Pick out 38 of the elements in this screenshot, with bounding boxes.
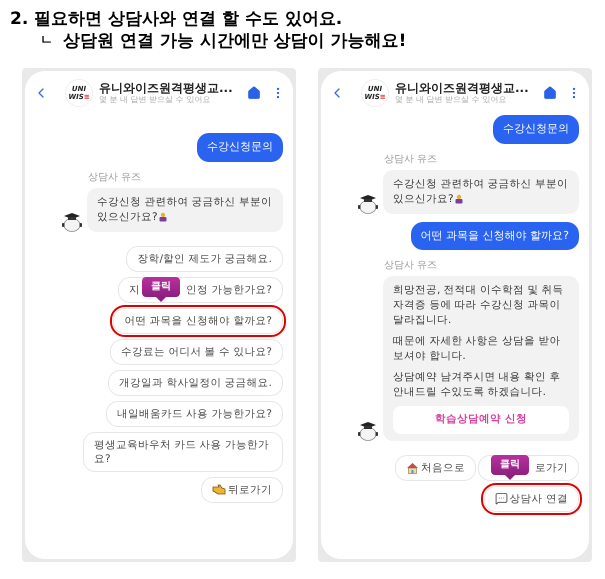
user-message: 어떤 과목을 신청해야 할까요? bbox=[410, 222, 579, 250]
sender-name: 상담사 유즈 bbox=[384, 259, 438, 273]
chat-title: 유니와이즈원격평생교... bbox=[99, 81, 234, 95]
quick-reply-chip[interactable]: 클릭 로가기 bbox=[478, 454, 579, 481]
home-icon[interactable] bbox=[247, 86, 261, 100]
message-text: 수강신청 관련하여 궁금하신 부분이 있으신가요? bbox=[393, 176, 569, 206]
message-text: 상담예약 남겨주시면 내용 확인 후 안내드릴 수있도록 하겠습니다. bbox=[393, 370, 562, 400]
quick-reply-chip[interactable]: 내일배움카드 사용 가능한가요? bbox=[106, 400, 283, 426]
message-text: 때문에 자세한 사항은 상담을 받아보셔야 합니다. bbox=[393, 334, 562, 364]
tooltip-pointer-icon bbox=[156, 296, 166, 302]
quick-reply-chip[interactable]: 수강료는 어디서 볼 수 있나요? bbox=[110, 338, 283, 364]
message-text: 희망전공, 전적대 이수학점 및 취득 자격증 등에 따라 수강신청 과목이 달라집니다. bbox=[393, 283, 565, 328]
chat-subtitle: 몇 분 내 답변 받으실 수 있어요 bbox=[99, 95, 212, 105]
sub-bullet: ㄴ bbox=[40, 32, 53, 50]
quick-reply-chip[interactable]: 개강일과 학사일정이 궁금해요. bbox=[108, 370, 283, 396]
chat-title: 유니와이즈원격평생교... bbox=[395, 81, 530, 95]
pointing-hand-icon bbox=[212, 484, 226, 495]
click-tooltip: 클릭 bbox=[491, 454, 529, 480]
user-message: 수강신청문의 bbox=[197, 133, 283, 162]
user-message: 수강신청문의 bbox=[493, 115, 579, 144]
quick-reply-chip[interactable]: 장학/할인 제도가 궁금해요. bbox=[126, 246, 283, 272]
chat-bubble-icon bbox=[494, 492, 508, 506]
quick-reply-chip[interactable]: 지 클릭 인정 가능한가요? bbox=[118, 276, 283, 302]
tooltip-pointer-icon bbox=[505, 474, 515, 480]
reservation-button[interactable]: 학습상담예약 신청 bbox=[393, 406, 569, 434]
chat-subtitle: 몇 분 내 답변 받으실 수 있어요 bbox=[395, 95, 508, 105]
quick-reply-chip[interactable]: 뒤로가기 bbox=[201, 476, 283, 502]
home-icon[interactable] bbox=[543, 86, 557, 100]
sender-name: 상담사 유즈 bbox=[88, 170, 142, 184]
message-text: 수강신청 관련하여 궁금하신 부분이 있으신가요? bbox=[97, 194, 273, 224]
heading: 2. 필요하면 상담사와 연결 할 수도 있어요. bbox=[10, 8, 344, 30]
click-tooltip: 클릭 bbox=[142, 276, 180, 302]
quick-reply-chip[interactable]: 상담사 연결 bbox=[484, 486, 579, 512]
quick-reply-chip[interactable]: 처음으로 bbox=[395, 454, 476, 481]
sender-name: 상담사 유즈 bbox=[384, 152, 438, 166]
quick-reply-chip[interactable]: 평생교육바우처 카드 사용 가능한가요? bbox=[83, 432, 283, 472]
house-icon bbox=[406, 462, 419, 474]
subheading: 상담원 연결 가능 시간에만 상담이 가능해요! bbox=[63, 30, 406, 52]
